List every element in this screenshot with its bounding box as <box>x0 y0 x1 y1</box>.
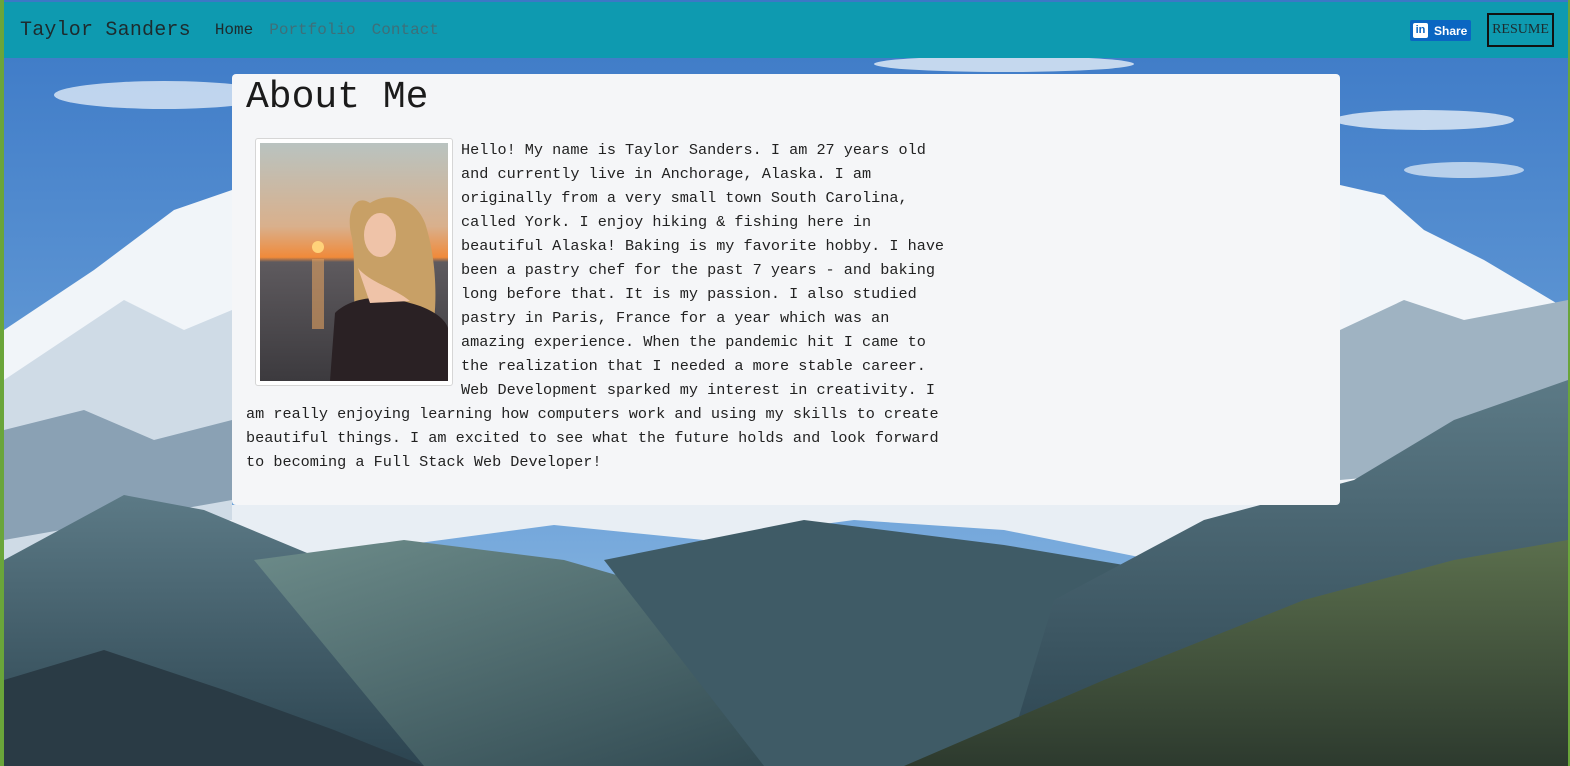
nav-link-portfolio[interactable]: Portfolio <box>269 21 355 39</box>
about-title: About Me <box>246 76 429 119</box>
profile-photo <box>255 138 453 386</box>
page: Taylor Sanders Home Portfolio Contact in… <box>4 0 1568 766</box>
nav-link-home[interactable]: Home <box>215 21 253 39</box>
about-card: About Me Hello! My name is Taylor Sander… <box>232 74 1340 505</box>
resume-button[interactable]: RESUME <box>1487 13 1554 47</box>
brand-name-link[interactable]: Taylor Sanders <box>20 19 191 42</box>
top-navbar: Taylor Sanders Home Portfolio Contact in… <box>4 2 1568 58</box>
nav-link-contact[interactable]: Contact <box>372 21 439 39</box>
linkedin-icon: in <box>1413 23 1428 38</box>
linkedin-share-button[interactable]: in Share <box>1410 20 1471 41</box>
share-label: Share <box>1434 23 1468 38</box>
about-content: Hello! My name is Taylor Sanders. I am 2… <box>246 138 956 474</box>
